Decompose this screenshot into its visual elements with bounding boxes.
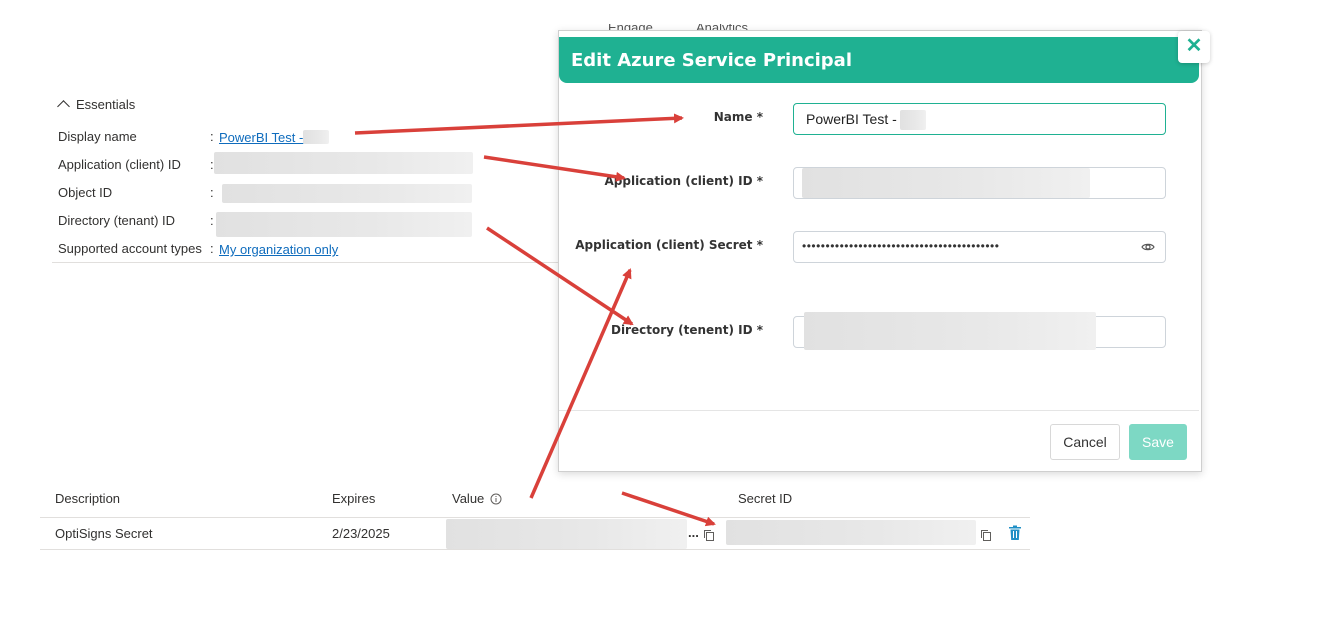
redacted-client-id [214,152,473,174]
name-label: Name * [713,110,763,124]
header-secret-id: Secret ID [738,491,793,506]
copy-icon[interactable] [703,529,715,541]
redacted-secret-id [726,520,976,545]
header-value: Value [452,491,502,506]
table-divider [40,517,1030,518]
client-id-input[interactable] [793,167,1166,199]
redacted-tenant-id-input [804,312,1096,350]
modal-title: Edit Azure Service Principal [571,50,852,71]
tenant-id-input[interactable] [793,312,1166,350]
client-id-label: Application (client) ID [58,157,181,172]
colon: : [210,185,214,200]
secret-value-ellipsis: ... [688,525,699,540]
modal-header: Edit Azure Service Principal [559,37,1199,83]
display-name-link[interactable]: PowerBI Test - [219,130,303,145]
redacted-tenant-id [216,212,472,237]
essentials-title: Essentials [76,97,136,112]
name-input[interactable]: PowerBI Test - [793,103,1166,135]
modal-footer-divider [559,410,1199,411]
close-button[interactable]: ✕ [1178,31,1210,63]
redacted-secret-value [446,519,687,549]
copy-icon[interactable] [980,529,992,541]
chevron-up-icon [57,100,70,113]
display-name-label: Display name [58,129,137,144]
cancel-button[interactable]: Cancel [1050,424,1120,460]
redacted-object-id [222,184,472,203]
account-types-label: Supported account types [58,241,202,256]
secret-description: OptiSigns Secret [55,526,153,541]
colon: : [210,241,214,256]
header-value-label: Value [452,491,485,506]
redacted-value [303,130,329,144]
divider [52,262,562,263]
header-description: Description [55,491,121,506]
colon: : [210,213,214,228]
essentials-toggle[interactable]: Essentials [57,97,136,113]
redacted-name [900,110,926,130]
info-icon[interactable] [490,493,502,505]
table-divider [40,549,1030,550]
client-secret-value: ••••••••••••••••••••••••••••••••••••••••… [802,239,1000,253]
object-id-label: Object ID [58,185,113,200]
close-icon: ✕ [1185,35,1203,57]
tenant-id-label: Directory (tenant) ID [58,213,176,228]
account-types-link[interactable]: My organization only [219,242,338,257]
save-button[interactable]: Save [1129,424,1187,460]
redacted-client-id-input [802,168,1090,198]
header-expires: Expires [332,491,376,506]
tenant-id-field-label: Directory (tenent) ID * [610,323,763,337]
trash-icon[interactable] [1008,525,1022,541]
eye-icon[interactable] [1141,240,1155,254]
client-secret-field-label: Application (client) Secret * [575,238,763,252]
client-id-field-label: Application (client) ID * [604,174,763,188]
name-input-value: PowerBI Test - [806,111,897,127]
colon: : [210,129,214,144]
client-secret-input[interactable]: ••••••••••••••••••••••••••••••••••••••••… [793,231,1166,263]
secret-expires: 2/23/2025 [332,526,390,541]
